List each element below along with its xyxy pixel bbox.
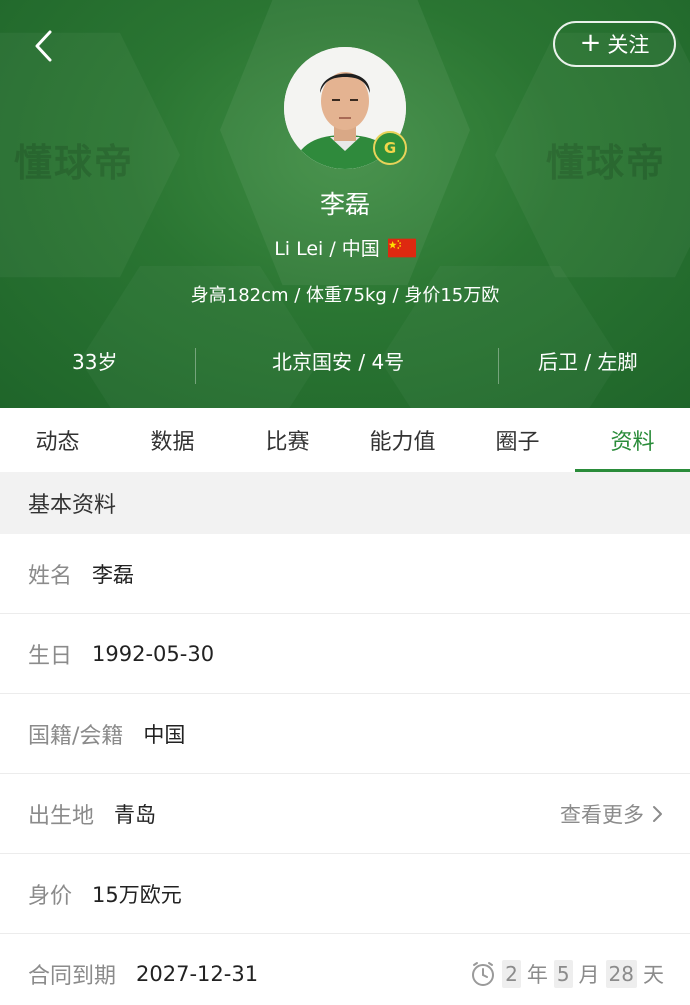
clock-icon	[472, 962, 495, 986]
see-more-label: 查看更多	[560, 802, 644, 827]
row-label: 合同到期	[28, 964, 117, 989]
back-button[interactable]	[26, 26, 66, 66]
china-flag-icon	[387, 238, 416, 257]
tab-data[interactable]: 数据	[115, 408, 230, 472]
watermark-right: 懂球帝	[546, 141, 667, 185]
player-name: 李磊	[319, 190, 370, 219]
tab-bar: 动态 数据 比赛 能力值 圈子 资料	[0, 408, 690, 472]
countdown-day-unit: 天	[643, 963, 664, 987]
follow-label: 关注	[607, 33, 650, 57]
plus-icon: +	[579, 28, 602, 58]
see-more-link[interactable]: 查看更多	[560, 799, 664, 829]
back-arrow-icon	[35, 30, 52, 62]
info-row-name: 姓名 李磊	[0, 534, 690, 614]
countdown-months: 5	[553, 960, 573, 988]
info-list: 姓名 李磊 生日 1992-05-30 国籍/会籍 中国 出生地 青岛 查看更多…	[0, 534, 690, 1005]
row-label: 出生地	[28, 803, 95, 829]
stat-divider	[195, 348, 196, 384]
tab-news[interactable]: 动态	[0, 408, 115, 472]
info-row-contract: 合同到期 2027-12-31 2 年 5 月 28 天	[0, 934, 690, 1005]
chevron-right-icon	[653, 805, 662, 822]
row-value: 青岛	[114, 802, 157, 827]
row-value: 2027-12-31	[136, 962, 259, 986]
stat-club-number[interactable]: 北京国安 / 4号	[272, 336, 404, 384]
tab-matches[interactable]: 比赛	[230, 408, 345, 472]
stats-bar: 33岁 北京国安 / 4号 后卫 / 左脚	[0, 336, 690, 384]
name-nationality: Li Lei / 中国	[274, 238, 380, 260]
stat-age: 33岁	[72, 349, 118, 374]
countdown-year-unit: 年	[526, 963, 548, 987]
info-row-nationality: 国籍/会籍 中国	[0, 694, 690, 774]
club-badge-icon: G	[373, 131, 407, 165]
countdown-years: 2	[502, 960, 521, 988]
row-label: 姓名	[28, 563, 73, 589]
tab-community[interactable]: 圈子	[460, 408, 575, 472]
row-label: 国籍/会籍	[28, 723, 124, 749]
tab-profile[interactable]: 资料	[575, 408, 690, 472]
row-value: 李磊	[92, 562, 135, 587]
row-value: 15万欧元	[92, 882, 182, 907]
stat-position-foot: 后卫 / 左脚	[538, 349, 638, 374]
active-tab-indicator	[575, 469, 690, 472]
section-title: 基本资料	[0, 472, 690, 534]
countdown-days: 28	[605, 960, 637, 988]
watermark-left: 懂球帝	[14, 141, 135, 185]
tab-ability[interactable]: 能力值	[345, 408, 460, 472]
info-row-birthday: 生日 1992-05-30	[0, 614, 690, 694]
info-row-market-value: 身价 15万欧元	[0, 854, 690, 934]
info-row-birthplace[interactable]: 出生地 青岛 查看更多	[0, 774, 690, 854]
player-subtitle: Li Lei / 中国	[0, 234, 690, 261]
follow-button[interactable]: + 关注	[553, 21, 676, 67]
countdown-month-unit: 月	[578, 963, 600, 987]
row-label: 身价	[28, 883, 73, 909]
row-value: 中国	[143, 722, 186, 747]
physical-info: 身高182cm / 体重75kg / 身价15万欧	[190, 285, 500, 306]
row-value: 1992-05-30	[92, 641, 215, 666]
stat-divider	[498, 348, 499, 384]
row-label: 生日	[28, 643, 73, 669]
contract-countdown: 2 年 5 月 28 天	[470, 959, 664, 989]
player-header: 懂球帝 懂球帝 + 关注 G 李磊 Li Lei / 中国 身高182cm / …	[0, 0, 690, 408]
